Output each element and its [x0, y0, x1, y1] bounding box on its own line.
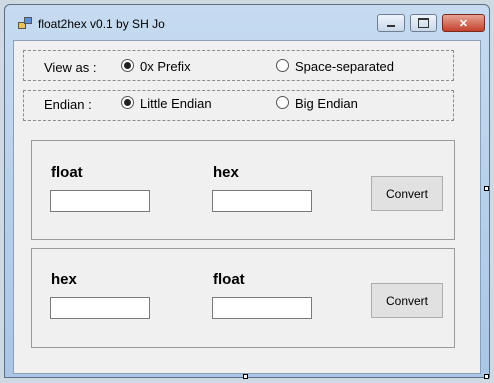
minimize-icon — [387, 25, 395, 27]
radio-little-endian[interactable] — [121, 96, 134, 109]
close-button[interactable]: ✕ — [442, 14, 485, 32]
convert-hex-to-float-button[interactable]: Convert — [371, 283, 443, 318]
maximize-icon — [418, 18, 429, 28]
radio-space-separated[interactable] — [276, 59, 289, 72]
hex-input[interactable] — [50, 297, 150, 319]
convert-float-to-hex-button[interactable]: Convert — [371, 176, 443, 211]
resize-handle-right[interactable] — [484, 186, 489, 191]
radio-0x-prefix-label[interactable]: 0x Prefix — [140, 59, 191, 74]
radio-0x-prefix[interactable] — [121, 59, 134, 72]
float-input-label: float — [51, 164, 83, 181]
float-input[interactable] — [50, 190, 150, 212]
title-bar[interactable]: float2hex v0.1 by SH Jo ✕ — [5, 5, 489, 39]
radio-space-separated-label[interactable]: Space-separated — [295, 59, 394, 74]
maximize-button[interactable] — [410, 14, 437, 32]
minimize-button[interactable] — [377, 14, 405, 32]
float-output[interactable] — [212, 297, 312, 319]
view-as-label: View as : — [44, 60, 97, 75]
app-icon — [18, 17, 32, 29]
close-icon: ✕ — [458, 17, 469, 30]
endian-label: Endian : — [44, 97, 92, 112]
float-output-label: float — [213, 271, 245, 288]
hex-input-label: hex — [51, 271, 77, 288]
radio-big-endian[interactable] — [276, 96, 289, 109]
radio-little-endian-label[interactable]: Little Endian — [140, 96, 212, 111]
resize-handle-corner[interactable] — [484, 374, 489, 379]
hex-output[interactable] — [212, 190, 312, 212]
resize-handle-bottom[interactable] — [243, 374, 248, 379]
radio-big-endian-label[interactable]: Big Endian — [295, 96, 358, 111]
window-title: float2hex v0.1 by SH Jo — [38, 17, 165, 31]
hex-output-label: hex — [213, 164, 239, 181]
